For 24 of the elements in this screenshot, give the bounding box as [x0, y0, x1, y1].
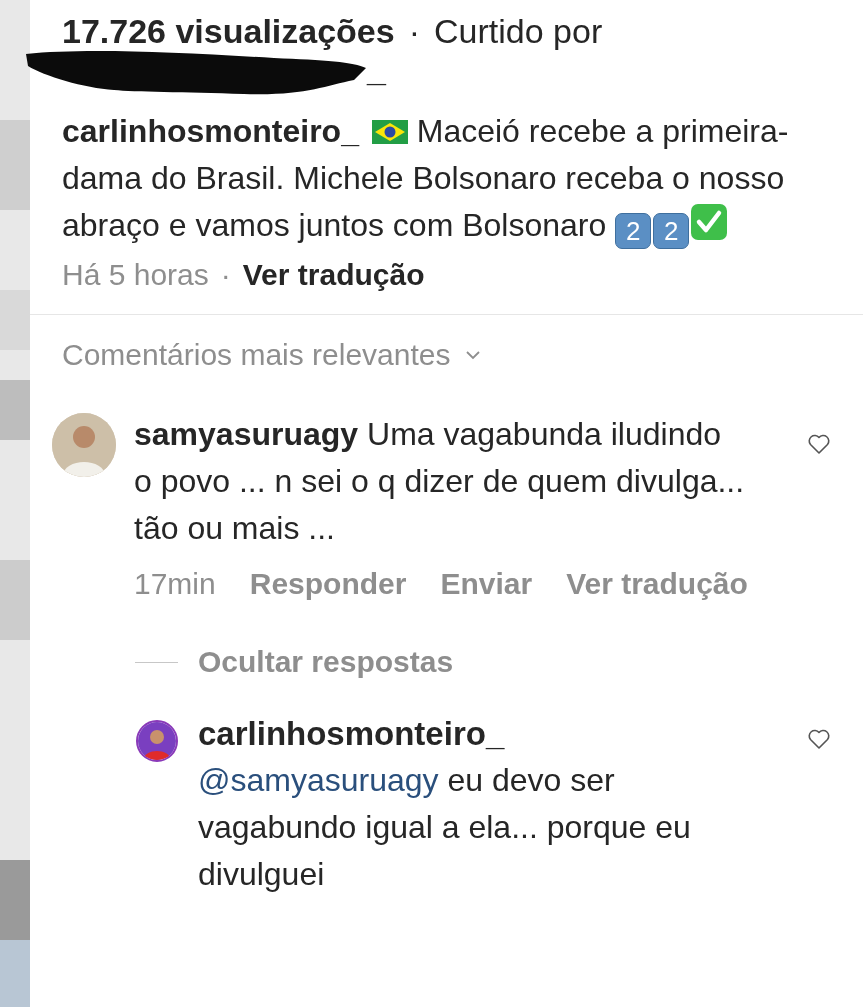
heart-icon[interactable]: [807, 433, 831, 455]
separator-dot: ·: [408, 11, 420, 52]
check-icon: [691, 204, 728, 240]
hide-replies-link[interactable]: Ocultar respostas: [198, 642, 454, 682]
flag-icon: [371, 120, 408, 144]
comment-action-link[interactable]: Enviar: [440, 564, 533, 604]
separator-dot: ·: [220, 257, 231, 293]
view-count: 17.726 visualizações: [62, 11, 395, 52]
translate-link[interactable]: Ver tradução: [242, 255, 425, 295]
heart-icon[interactable]: [807, 728, 831, 750]
comment-action-link[interactable]: Responder: [249, 564, 407, 604]
keycap-badge: 2: [615, 213, 652, 249]
comment-action-link[interactable]: Ver tradução: [566, 564, 748, 604]
keycap-badge: 2: [653, 213, 690, 249]
comment-text: samyasuruagy Uma vagabunda iludindo o povo ... n sei o q dizer de quem divulga... tão ou mais ...: [134, 415, 746, 548]
comment-username[interactable]: carlinhosmonteiro_: [198, 710, 807, 757]
comment-text: @samyasuruagy eu devo ser vagabundo igual a ela... porque eu divulguei: [198, 761, 692, 894]
avatar[interactable]: [136, 720, 178, 762]
caption-text: carlinhosmonteiro_ Maceió recebe a primeira-dama do Brasil. Michele Bolsonaro receba o nosso abraço e vamos juntos com Bolsonaro 2 2: [62, 108, 840, 249]
sort-dropdown[interactable]: Comentários mais relevantes: [62, 335, 481, 375]
liked-by-label: Curtido por: [434, 11, 603, 52]
comment-time: 17min: [134, 566, 216, 602]
username-fragment: _: [367, 50, 386, 90]
post-time: Há 5 horas: [62, 257, 209, 293]
